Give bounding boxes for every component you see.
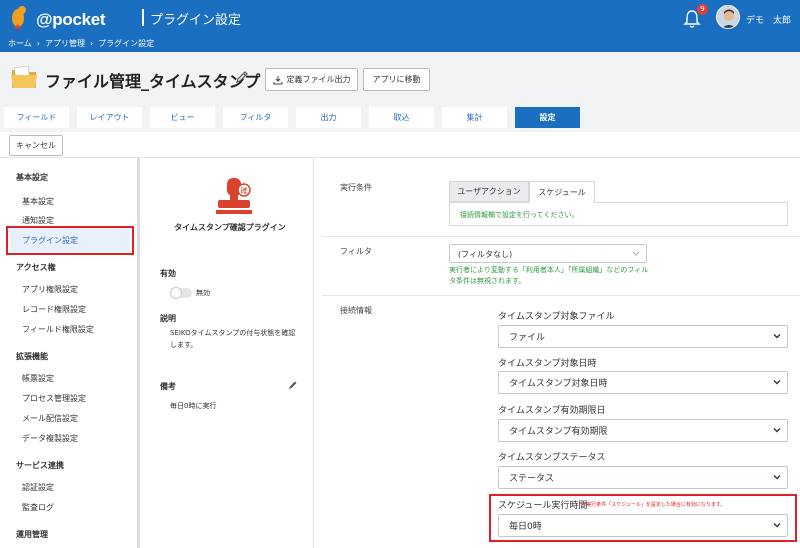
row-divider [322, 295, 800, 296]
field-label-expiry-date: タイムスタンプ有効期限日 [498, 406, 606, 416]
chevron-down-icon [773, 334, 781, 339]
pencil-icon[interactable] [288, 380, 298, 390]
folder-icon [11, 65, 37, 88]
tab-filter[interactable]: フィルタ [223, 107, 288, 128]
sidebar-item-plugin[interactable]: プラグイン設定 [22, 235, 78, 246]
sidebar-section-basic: 基本設定 [16, 173, 48, 182]
sidebar-section-extension: 拡張機能 [16, 352, 48, 361]
note-label: 備考 [160, 382, 176, 391]
breadcrumb-home[interactable]: ホーム [8, 38, 32, 49]
field-label-status: タイムスタンプステータス [498, 453, 606, 463]
select-value: タイムスタンプ有効期限 [509, 427, 608, 437]
pencil-icon[interactable] [235, 70, 249, 84]
go-to-app-label: アプリに移動 [372, 75, 421, 84]
breadcrumb: ホーム › アプリ管理 › プラグイン設定 [8, 38, 154, 49]
select-value: タイムスタンプ対象日時 [509, 379, 608, 389]
chevron-right-icon: › [89, 39, 94, 48]
title-divider [142, 9, 144, 26]
breadcrumb-app-admin[interactable]: アプリ管理 [45, 38, 85, 49]
filter-label: フィルタ [340, 247, 372, 256]
chevron-right-icon: › [36, 39, 40, 48]
svg-text:確: 確 [241, 186, 248, 195]
sidebar-item-field-permission[interactable]: フィールド権限設定 [22, 324, 94, 335]
toggle-state-label: 無効 [196, 289, 210, 297]
tab-user-action[interactable]: ユーザアクション [449, 181, 529, 202]
app-title: プラグイン設定 [150, 13, 242, 28]
plugin-name: タイムスタンプ確認プラグイン [174, 223, 286, 232]
filter-value: (フィルタなし) [458, 250, 513, 259]
exec-info-text: 接続情報欄で設定を行ってください。 [449, 202, 788, 226]
chevron-down-icon [773, 523, 781, 528]
note-text: 毎日0時に実行 [170, 402, 217, 410]
logo-text: @pocket [36, 10, 106, 29]
chevron-down-icon [773, 380, 781, 385]
sidebar-item-audit-log[interactable]: 監査ログ [22, 502, 54, 513]
sidebar-section-access: アクセス権 [16, 263, 56, 272]
tab-layout[interactable]: レイアウト [77, 107, 142, 128]
sidebar-item-notification[interactable]: 通知設定 [22, 215, 54, 226]
row-divider [322, 236, 800, 237]
filter-select[interactable]: (フィルタなし) [449, 244, 647, 263]
cancel-label: キャンセル [16, 141, 56, 150]
cancel-button[interactable]: キャンセル [9, 135, 63, 156]
chevron-down-icon [773, 428, 781, 433]
toggle-knob [170, 287, 182, 299]
go-to-app-button[interactable]: アプリに移動 [363, 68, 430, 91]
sidebar-section-service: サービス連携 [16, 461, 64, 470]
select-status[interactable]: ステータス [498, 466, 788, 489]
notification-badge: 9 [697, 4, 708, 15]
sidebar-scrollbar[interactable] [137, 158, 140, 548]
select-target-file[interactable]: ファイル [498, 325, 788, 348]
select-value: ステータス [509, 474, 555, 484]
field-label-target-datetime: タイムスタンプ対象日時 [498, 359, 597, 369]
sidebar-item-app-permission[interactable]: アプリ権限設定 [22, 284, 78, 295]
tab-view[interactable]: ビュー [150, 107, 215, 128]
breadcrumb-current: プラグイン設定 [98, 39, 155, 48]
sidebar-item-report[interactable]: 帳票設定 [22, 373, 54, 384]
chevron-down-icon [632, 251, 640, 256]
select-schedule-time[interactable]: 毎日0時 [498, 514, 788, 537]
select-value: ファイル [509, 333, 546, 343]
exec-condition-label: 実行条件 [340, 183, 372, 192]
field-label-target-file: タイムスタンプ対象ファイル [498, 312, 615, 322]
description-text: SEIKOタイムスタンプの付与状態を確認します。 [170, 329, 296, 349]
enabled-toggle[interactable] [170, 287, 192, 299]
tab-settings[interactable]: 設定 [515, 107, 580, 128]
sidebar-section-ops: 運用管理 [16, 530, 48, 539]
tab-output[interactable]: 出力 [296, 107, 361, 128]
tab-schedule[interactable]: スケジュール [529, 181, 595, 203]
sidebar-item-process[interactable]: プロセス管理設定 [22, 393, 86, 404]
page-title: ファイル管理_タイムスタンプ [45, 72, 261, 91]
schedule-note: ※実行条件「スケジュール」を設定した場合に有効になります。 [582, 502, 726, 508]
tab-field[interactable]: フィールド [4, 107, 69, 128]
sidebar-item-data-copy[interactable]: データ複製設定 [22, 433, 78, 444]
avatar[interactable] [716, 5, 740, 29]
chevron-down-icon [773, 475, 781, 480]
description-label: 説明 [160, 314, 176, 323]
select-value: 毎日0時 [509, 522, 542, 532]
select-target-datetime[interactable]: タイムスタンプ対象日時 [498, 371, 788, 394]
tab-import[interactable]: 取込 [369, 107, 434, 128]
sidebar-item-mail[interactable]: メール配信設定 [22, 413, 78, 424]
filter-note: 実行者により変動する「利用者本人」「所属組織」などのフィルタ条件は無視されます。 [449, 266, 649, 285]
user-name[interactable]: デモ 太郎 [746, 13, 791, 26]
sidebar-item-auth[interactable]: 認証設定 [22, 482, 54, 493]
enabled-label: 有効 [160, 269, 176, 278]
export-definition-label: 定義ファイル出力 [286, 75, 351, 84]
sidebar-item-record-permission[interactable]: レコード権限設定 [22, 304, 86, 315]
field-label-schedule-time: スケジュール実行時間 [498, 501, 588, 511]
export-definition-button[interactable]: 定義ファイル出力 [265, 68, 358, 91]
select-expiry-date[interactable]: タイムスタンプ有効期限 [498, 419, 788, 442]
download-icon [273, 75, 282, 84]
tab-aggregate[interactable]: 集計 [442, 107, 507, 128]
sidebar-item-basic-settings[interactable]: 基本設定 [22, 196, 54, 207]
connection-info-label: 接続情報 [340, 306, 372, 315]
stamp-icon: 確 [216, 178, 252, 214]
